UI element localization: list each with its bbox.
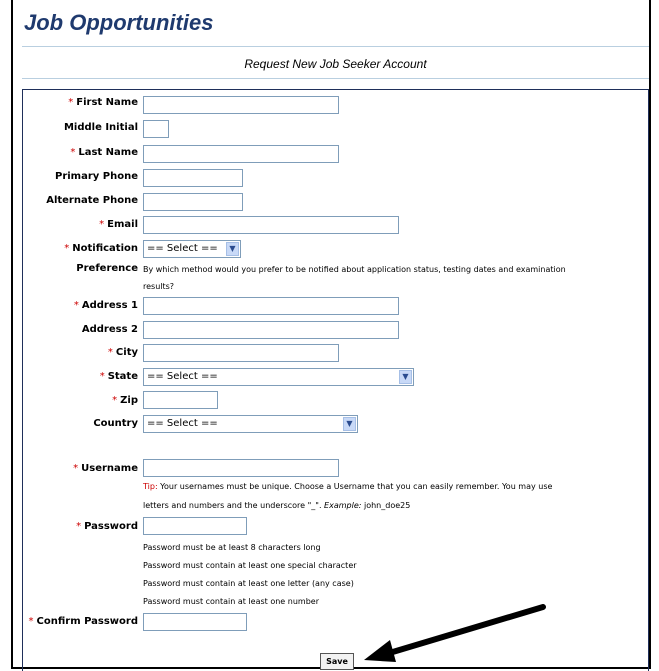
required-marker: * bbox=[68, 97, 74, 108]
state-select-value: == Select == bbox=[147, 371, 218, 382]
tip-label: Tip: bbox=[143, 482, 158, 491]
password-rule: Password must be at least 8 characters l… bbox=[143, 543, 321, 552]
notification-help-text: By which method would you prefer to be n… bbox=[143, 265, 566, 274]
email-field[interactable] bbox=[143, 216, 399, 234]
required-marker: * bbox=[99, 371, 105, 382]
divider bbox=[22, 46, 649, 47]
notification-select-value: == Select == bbox=[147, 243, 218, 254]
city-label: * City bbox=[107, 347, 138, 358]
address2-field[interactable] bbox=[143, 321, 399, 339]
confirm-password-field[interactable] bbox=[143, 613, 247, 631]
first-name-label: * First Name bbox=[68, 97, 138, 108]
country-select-value: == Select == bbox=[147, 418, 218, 429]
zip-label: * Zip bbox=[112, 395, 138, 406]
zip-field[interactable] bbox=[143, 391, 218, 409]
required-marker: * bbox=[112, 395, 118, 406]
first-name-field[interactable] bbox=[143, 96, 339, 114]
city-field[interactable] bbox=[143, 344, 339, 362]
alternate-phone-field[interactable] bbox=[143, 193, 243, 211]
username-label: * Username bbox=[73, 463, 138, 474]
password-rule: Password must contain at least one numbe… bbox=[143, 597, 319, 606]
chevron-down-icon: ▼ bbox=[399, 370, 412, 384]
form-subtitle: Request New Job Seeker Account bbox=[244, 57, 427, 71]
arrow-pointer-icon bbox=[364, 604, 546, 662]
required-marker: * bbox=[99, 219, 105, 230]
required-marker: * bbox=[73, 463, 79, 474]
password-rule: Password must contain at least one lette… bbox=[143, 579, 354, 588]
primary-phone-label: Primary Phone bbox=[54, 171, 138, 182]
address2-label: Address 2 bbox=[81, 324, 138, 335]
required-marker: * bbox=[73, 300, 79, 311]
divider bbox=[22, 78, 649, 79]
username-tip-2: letters and numbers and the underscore "… bbox=[143, 501, 411, 510]
chevron-down-icon: ▼ bbox=[226, 242, 239, 256]
alternate-phone-label: Alternate Phone bbox=[46, 195, 138, 206]
password-field[interactable] bbox=[143, 517, 247, 535]
address1-field[interactable] bbox=[143, 297, 399, 315]
middle-initial-field[interactable] bbox=[143, 120, 169, 138]
notification-help-text-2: results? bbox=[143, 282, 175, 291]
notification-select[interactable]: == Select == ▼ bbox=[143, 240, 241, 258]
last-name-label: * Last Name bbox=[70, 147, 138, 158]
chevron-down-icon: ▼ bbox=[343, 417, 356, 431]
middle-initial-label: Middle Initial bbox=[63, 122, 138, 133]
country-select[interactable]: == Select == ▼ bbox=[143, 415, 358, 433]
state-select[interactable]: == Select == ▼ bbox=[143, 368, 414, 386]
required-marker: * bbox=[107, 347, 113, 358]
username-field[interactable] bbox=[143, 459, 339, 477]
example-label: Example: bbox=[324, 501, 362, 510]
required-marker: * bbox=[76, 521, 82, 532]
page-title: Job Opportunities bbox=[24, 10, 214, 35]
primary-phone-field[interactable] bbox=[143, 169, 243, 187]
email-label: * Email bbox=[99, 219, 138, 230]
required-marker: * bbox=[70, 147, 76, 158]
last-name-field[interactable] bbox=[143, 145, 339, 163]
country-label: Country bbox=[93, 418, 138, 429]
password-rule: Password must contain at least one speci… bbox=[143, 561, 357, 570]
confirm-password-label: * Confirm Password bbox=[28, 616, 138, 627]
password-label: * Password bbox=[76, 521, 138, 532]
notification-label: * Notification bbox=[64, 243, 138, 254]
username-tip: Tip: Your usernames must be unique. Choo… bbox=[143, 482, 553, 491]
required-marker: * bbox=[28, 616, 34, 627]
required-marker: * bbox=[64, 243, 70, 254]
save-button[interactable]: Save bbox=[320, 653, 354, 670]
address1-label: * Address 1 bbox=[73, 300, 138, 311]
state-label: * State bbox=[99, 371, 138, 382]
preference-label: Preference bbox=[76, 263, 138, 274]
